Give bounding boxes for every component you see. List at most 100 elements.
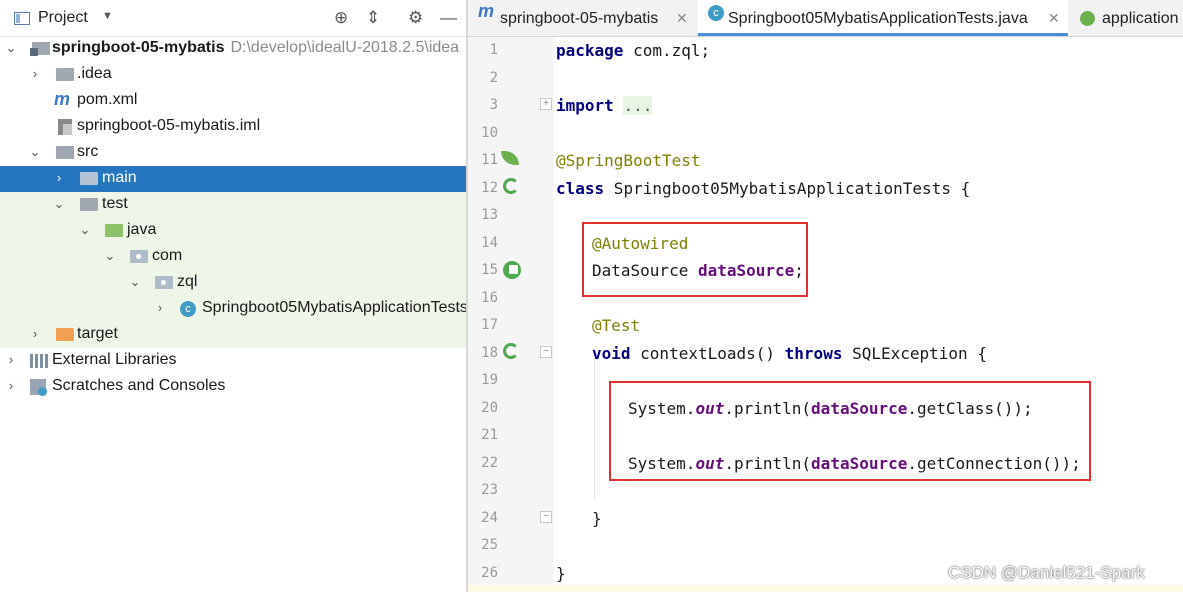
tree-item-label: Scratches and Consoles — [52, 377, 226, 394]
close-icon[interactable]: ✕ — [676, 10, 688, 27]
editor-gutter — [468, 37, 554, 592]
line-number: 12 — [481, 180, 498, 196]
tree-item-iml[interactable]: springboot-05-mybatis.iml — [0, 114, 466, 140]
module-folder-icon — [30, 42, 50, 56]
code-line-11: @SpringBootTest — [556, 151, 701, 170]
keyword: class — [556, 179, 605, 198]
tree-item-com[interactable]: ⌄ com — [0, 244, 466, 270]
chevron-down-icon[interactable]: ⌄ — [28, 144, 42, 160]
gear-icon[interactable]: ⚙ — [408, 8, 423, 28]
keyword: void — [592, 344, 631, 363]
highlight-box-autowired — [582, 222, 808, 297]
tree-item-label: .idea — [77, 65, 112, 82]
highlight-box-println — [609, 381, 1091, 481]
line-number: 22 — [481, 455, 498, 471]
fold-collapse-icon[interactable]: − — [540, 346, 552, 358]
fold-expand-icon[interactable]: + — [540, 98, 552, 110]
tree-item-label: com — [152, 247, 183, 264]
brace: } — [592, 509, 602, 528]
tree-item-src[interactable]: ⌄ src — [0, 140, 466, 166]
line-number: 11 — [481, 152, 498, 168]
tree-item-label: src — [77, 143, 99, 160]
chevron-right-icon[interactable]: › — [52, 170, 66, 185]
code-line-3: import ... — [556, 96, 653, 115]
run-test-icon[interactable] — [503, 178, 519, 194]
class-name: Springboot05MybatisApplicationTests { — [604, 179, 971, 198]
keyword: package — [556, 41, 624, 60]
line-number: 16 — [481, 290, 498, 306]
maven-icon: m — [54, 89, 71, 109]
chevron-right-icon[interactable]: › — [4, 352, 18, 367]
chevron-down-icon[interactable]: ▼ — [102, 10, 113, 22]
code-line-26: } — [556, 564, 566, 583]
run-test-icon[interactable] — [503, 343, 519, 359]
line-number: 24 — [481, 510, 498, 526]
editor-tabs: m springboot-05-mybatis ✕ c Springboot05… — [468, 0, 1183, 37]
test-source-folder-icon — [105, 224, 123, 237]
locate-icon[interactable]: ⊕ — [334, 8, 348, 28]
tree-item-java[interactable]: ⌄ java — [0, 218, 466, 244]
code-line-17: @Test — [592, 316, 640, 335]
project-view-icon — [14, 12, 30, 25]
collapse-all-icon[interactable]: ⇕ — [366, 8, 380, 28]
project-panel-title[interactable]: Project — [38, 9, 88, 27]
folder-icon — [56, 146, 74, 159]
folder-icon — [80, 172, 98, 185]
line-number: 1 — [489, 42, 498, 58]
fold-collapse-icon[interactable]: − — [540, 511, 552, 523]
tree-item-project-root[interactable]: ⌄ springboot-05-mybatis D:\develop\idealU… — [0, 36, 466, 62]
folder-icon — [80, 198, 98, 211]
tree-item-main[interactable]: › main — [0, 166, 466, 192]
tree-item-label: test — [102, 195, 128, 212]
tree-item-label: java — [127, 221, 157, 238]
tree-item-test[interactable]: ⌄ test — [0, 192, 466, 218]
line-number: 2 — [489, 70, 498, 86]
excluded-folder-icon — [56, 328, 74, 341]
test-class-icon: c — [180, 301, 196, 317]
tab-test-class[interactable]: c Springboot05MybatisApplicationTests.ja… — [698, 0, 1068, 36]
folder-icon — [56, 68, 74, 81]
tree-item-idea[interactable]: › .idea — [0, 62, 466, 88]
tab-application[interactable]: application — [1070, 0, 1183, 36]
current-line-highlight — [468, 585, 1183, 592]
code-area[interactable] — [554, 37, 1183, 592]
tree-item-scratches[interactable]: › Scratches and Consoles — [0, 374, 466, 400]
tree-item-label: target — [77, 325, 118, 342]
tree-item-label: Springboot05MybatisApplicationTests — [202, 299, 466, 316]
tree-item-external-libraries[interactable]: › External Libraries — [0, 348, 466, 374]
chevron-down-icon[interactable]: ⌄ — [128, 274, 142, 290]
tree-item-pom[interactable]: m pom.xml — [0, 88, 466, 114]
line-number: 21 — [481, 427, 498, 443]
keyword: throws — [784, 344, 843, 363]
tree-item-label: springboot-05-mybatis — [52, 39, 225, 56]
line-number: 18 — [481, 345, 498, 361]
line-number: 25 — [481, 537, 498, 553]
line-number: 10 — [481, 125, 498, 141]
tree-item-zql[interactable]: ⌄ zql — [0, 270, 466, 296]
line-number: 17 — [481, 317, 498, 333]
chevron-right-icon[interactable]: › — [28, 66, 42, 81]
line-number: 20 — [481, 400, 498, 416]
chevron-down-icon[interactable]: ⌄ — [4, 40, 18, 56]
chevron-right-icon[interactable]: › — [4, 378, 18, 393]
tab-pom[interactable]: m springboot-05-mybatis ✕ — [468, 0, 696, 36]
tree-item-test-class[interactable]: › c Springboot05MybatisApplicationTests — [0, 296, 466, 322]
annotation: @Test — [592, 316, 641, 335]
chevron-right-icon[interactable]: › — [153, 300, 167, 315]
autowired-navigate-icon[interactable] — [503, 261, 521, 279]
tree-item-label: springboot-05-mybatis.iml — [77, 117, 261, 134]
line-number: 3 — [489, 97, 498, 113]
chevron-right-icon[interactable]: › — [28, 326, 42, 341]
tree-item-label: zql — [177, 273, 198, 290]
line-number: 26 — [481, 565, 498, 581]
folded-imports[interactable]: ... — [623, 96, 653, 115]
chevron-down-icon[interactable]: ⌄ — [103, 248, 117, 264]
close-icon[interactable]: ✕ — [1048, 10, 1060, 27]
chevron-down-icon[interactable]: ⌄ — [78, 222, 92, 238]
tree-item-target[interactable]: › target — [0, 322, 466, 348]
tab-label: Springboot05MybatisApplicationTests.java — [728, 10, 1028, 27]
chevron-down-icon[interactable]: ⌄ — [52, 196, 66, 212]
scratches-icon — [30, 379, 47, 396]
hide-panel-icon[interactable]: — — [440, 8, 457, 28]
line-number: 14 — [481, 235, 498, 251]
